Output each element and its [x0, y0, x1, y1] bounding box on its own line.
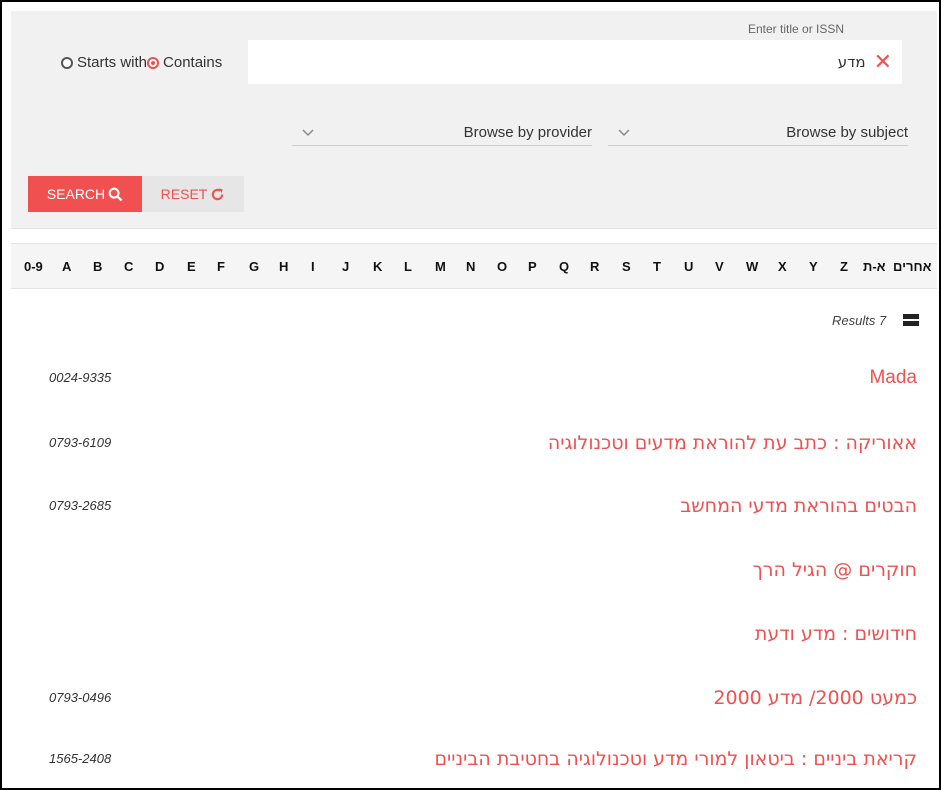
alphabet-letter[interactable]: 0-9	[24, 259, 43, 274]
search-button-label: SEARCH	[46, 186, 106, 202]
alphabet-bar: 0-9 A B C D E F G H I J K L M N O P Q R S T U V W X Y Z א-ת אחרים	[11, 243, 937, 289]
alphabet-letter[interactable]: A	[62, 259, 71, 274]
reset-button-label: RESET	[160, 186, 208, 202]
radio-starts-with[interactable]: Starts with	[61, 54, 147, 71]
alphabet-letter[interactable]: B	[93, 259, 102, 274]
browse-provider-select[interactable]: Browse by provider	[292, 119, 592, 146]
results-count: Results 7	[832, 313, 887, 328]
alphabet-letter[interactable]: Z	[840, 259, 848, 274]
alphabet-letter[interactable]: L	[404, 259, 412, 274]
close-icon[interactable]: ✕	[874, 51, 892, 73]
browse-provider-label: Browse by provider	[463, 123, 592, 141]
result-title-link[interactable]: קריאת ביניים : ביטאון למורי מדע וטכנולוג…	[434, 748, 917, 770]
refresh-icon	[212, 187, 224, 200]
alphabet-letter[interactable]: O	[497, 259, 507, 274]
search-icon	[108, 187, 123, 201]
alphabet-letter[interactable]: Y	[809, 259, 818, 274]
alphabet-letter[interactable]: T	[653, 259, 661, 274]
search-button[interactable]: SEARCH	[28, 176, 142, 212]
alphabet-letter[interactable]: V	[715, 259, 724, 274]
alphabet-letter[interactable]: אחרים	[893, 259, 932, 274]
alphabet-letter[interactable]: P	[528, 259, 537, 274]
search-input-container: ✕	[248, 40, 902, 84]
radio-contains-circle[interactable]	[147, 56, 160, 69]
result-title-link[interactable]: הבטים בהוראת מדעי המחשב	[680, 495, 917, 517]
result-issn: 0793-2685	[49, 498, 112, 513]
page-frame: Enter title or ISSN Starts with Contains…	[0, 0, 941, 790]
radio-starts-with-circle[interactable]	[61, 56, 73, 69]
alphabet-letter[interactable]: M	[435, 259, 446, 274]
browse-subject-select[interactable]: Browse by subject	[608, 119, 908, 146]
alphabet-letter[interactable]: Q	[559, 259, 569, 274]
alphabet-letter[interactable]: J	[342, 259, 349, 274]
radio-starts-with-label: Starts with	[77, 54, 148, 71]
alphabet-letter[interactable]: K	[373, 259, 382, 274]
alphabet-letter[interactable]: S	[622, 259, 631, 274]
alphabet-letter[interactable]: I	[311, 259, 315, 274]
alphabet-letter[interactable]: C	[124, 259, 133, 274]
search-input[interactable]	[305, 53, 866, 71]
alphabet-letter[interactable]: א-ת	[863, 259, 886, 274]
search-field-label: Enter title or ISSN	[748, 22, 845, 36]
result-title-link[interactable]: אאוריקה : כתב עת להוראת מדעים וטכנולוגיה	[548, 432, 917, 454]
browse-subject-label: Browse by subject	[786, 123, 908, 141]
result-issn: 0793-6109	[49, 435, 112, 450]
list-view-icon[interactable]	[903, 314, 919, 328]
chevron-down-icon	[302, 124, 314, 140]
reset-button[interactable]: RESET	[142, 176, 244, 212]
result-title-link[interactable]: כמעט 2000/ מדע 2000	[713, 687, 917, 709]
alphabet-letter[interactable]: E	[187, 259, 196, 274]
result-issn: 0024-9335	[49, 370, 112, 385]
alphabet-letter[interactable]: F	[217, 259, 225, 274]
result-title-link[interactable]: Mada	[869, 367, 917, 389]
alphabet-letter[interactable]: N	[466, 259, 475, 274]
search-mode-group: Starts with Contains	[61, 54, 222, 71]
radio-contains-label: Contains	[163, 54, 223, 71]
search-panel: Enter title or ISSN Starts with Contains…	[11, 11, 937, 229]
result-title-link[interactable]: חידושים : מדע ודעת	[755, 623, 917, 645]
alphabet-letter[interactable]: W	[746, 259, 758, 274]
result-title-link[interactable]: חוקרים @ הגיל הרך	[753, 559, 917, 581]
alphabet-letter[interactable]: X	[778, 259, 787, 274]
alphabet-letter[interactable]: H	[279, 259, 288, 274]
alphabet-letter[interactable]: D	[155, 259, 164, 274]
alphabet-letter[interactable]: U	[684, 259, 693, 274]
result-issn: 1565-2408	[49, 751, 112, 766]
chevron-down-icon	[618, 124, 630, 140]
alphabet-letter[interactable]: G	[249, 259, 259, 274]
radio-contains[interactable]: Contains	[147, 54, 222, 71]
alphabet-letter[interactable]: R	[590, 259, 599, 274]
result-issn: 0793-0496	[49, 690, 112, 705]
